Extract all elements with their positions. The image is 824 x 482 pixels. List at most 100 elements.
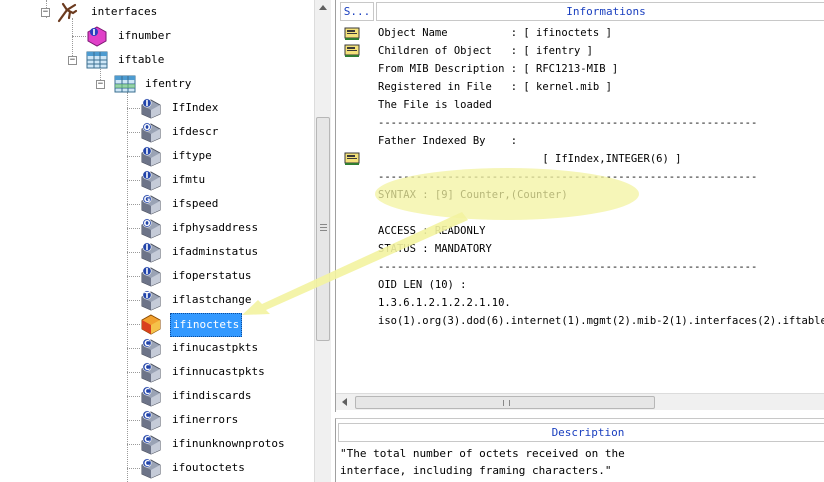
informations-column-header[interactable]: Informations — [376, 2, 824, 21]
tree-vertical-scrollbar[interactable] — [314, 0, 331, 482]
tree-connector — [127, 444, 140, 445]
mib-counter-icon: C — [141, 410, 161, 431]
tree-node-label: ifentry — [145, 77, 192, 90]
svg-text:O: O — [144, 123, 151, 132]
tree-node-label: ifdescr — [172, 125, 219, 138]
svg-text:I: I — [146, 147, 149, 156]
scroll-left-arrow-icon[interactable] — [342, 398, 347, 406]
tree-connector — [127, 276, 140, 277]
tree-scroll-thumb[interactable] — [316, 117, 330, 341]
collapse-iftable-expander[interactable]: − — [68, 56, 77, 65]
tree-node-ifindiscards[interactable]: Cifindiscards — [0, 384, 314, 408]
mib-integer-icon: I — [141, 266, 161, 287]
table-entry-icon — [114, 75, 136, 93]
info-scroll-thumb[interactable] — [355, 396, 655, 409]
info-line: 1.3.6.1.2.1.2.2.1.10. — [378, 297, 511, 309]
tree-node-label: ifphysaddress — [172, 221, 259, 234]
tree-node-ifinucastpkts[interactable]: Cifinucastpkts — [0, 336, 314, 360]
tree-node-ifindex[interactable]: I IfIndex — [0, 96, 314, 120]
tree-node-ifinnucastpkts[interactable]: Cifinnucastpkts — [0, 360, 314, 384]
svg-text:C: C — [144, 339, 150, 348]
svg-text:C: C — [144, 459, 150, 468]
note-icon — [344, 152, 360, 165]
tree-connector — [127, 420, 140, 421]
mib-integer-icon: I — [141, 242, 161, 263]
tree-connector — [127, 228, 140, 229]
tree-node-ifmtu[interactable]: Iifmtu — [0, 168, 314, 192]
svg-text:G: G — [144, 195, 151, 204]
selected-object-icon — [141, 314, 161, 335]
tree-node-ifnumber[interactable]: Iifnumber — [0, 24, 314, 48]
tree-node-iftable[interactable]: iftable — [0, 48, 314, 72]
mib-counter-icon: C — [141, 458, 161, 479]
info-line: From MIB Description : [ RFC1213-MIB ] — [378, 63, 619, 75]
tree-node-ifinunknownprotos[interactable]: Cifinunknownprotos — [0, 432, 314, 456]
tree-node-ifoutoctets[interactable]: Cifoutoctets — [0, 456, 314, 480]
tree-node-label: ifinerrors — [172, 413, 239, 426]
tree-connector — [127, 180, 140, 181]
tree-node-ifdescr[interactable]: Oifdescr — [0, 120, 314, 144]
tree-node-ifadminstatus[interactable]: Iifadminstatus — [0, 240, 314, 264]
info-line: SYNTAX : [9] Counter,(Counter) — [378, 189, 568, 201]
tree-node-ifphysaddress[interactable]: Oifphysaddress — [0, 216, 314, 240]
tree-connector — [127, 300, 140, 301]
info-line: STATUS : MANDATORY — [378, 243, 492, 255]
tree-node-label: iftype — [172, 149, 212, 162]
status-column-header[interactable]: S... — [340, 2, 374, 21]
tree-node-label: ifinucastpkts — [172, 341, 259, 354]
tree-node-label: iftable — [118, 53, 165, 66]
tree-connector — [127, 348, 140, 349]
tree-node-ifinoctets[interactable]: ifinoctets — [0, 312, 314, 337]
info-line: [ IfIndex,INTEGER(6) ] — [378, 153, 682, 165]
table-icon — [86, 51, 108, 69]
tree-node-label: iflastchange — [172, 293, 252, 306]
tree-node-iflastchange[interactable]: Tiflastchange — [0, 288, 314, 312]
tree-connector — [127, 252, 140, 253]
tree-connector — [127, 468, 140, 469]
tree-node-ifspeed[interactable]: Gifspeed — [0, 192, 314, 216]
description-header: Description — [338, 423, 824, 442]
mib-counter-icon: C — [141, 338, 161, 359]
tree-node-label: ifnumber — [118, 29, 171, 42]
info-line: The File is loaded — [378, 99, 492, 111]
note-icon — [344, 44, 360, 57]
mib-gauge-icon: G — [141, 194, 161, 215]
tree-node-label: IfIndex — [172, 101, 219, 114]
tree-node-ifoperstatus[interactable]: Iifoperstatus — [0, 264, 314, 288]
tree-node-label: interfaces — [91, 5, 158, 18]
mib-timeticks-icon: T — [141, 290, 161, 311]
info-line: ACCESS : READONLY — [378, 225, 486, 237]
svg-text:C: C — [144, 363, 150, 372]
collapse-ifentry-expander[interactable]: − — [96, 80, 105, 89]
scroll-up-arrow-icon[interactable] — [319, 5, 327, 10]
note-icon — [344, 27, 360, 40]
tree-node-ifentry[interactable]: ifentry — [0, 72, 314, 96]
tree-connector — [127, 108, 140, 109]
tree-connector — [127, 324, 140, 325]
tree-connector — [127, 372, 140, 373]
info-horizontal-scrollbar[interactable] — [336, 393, 824, 410]
mib-counter-icon: C — [141, 386, 161, 407]
mib-tree[interactable]: interfaces Iifnumber iftable ifentry I IfInde… — [0, 0, 314, 482]
tree-node-label: ifinunknownprotos — [172, 437, 285, 450]
separator-line: ----------------------------------------… — [378, 117, 758, 129]
separator-line: ----------------------------------------… — [378, 171, 758, 183]
tree-node-ifinerrors[interactable]: Cifinerrors — [0, 408, 314, 432]
tree-node-label: ifinnucastpkts — [172, 365, 265, 378]
mib-octetstring-icon: O — [141, 122, 161, 143]
tree-connector — [127, 156, 140, 157]
description-panel: Description "The total number of octets … — [335, 418, 824, 482]
tree-node-label: ifinoctets — [170, 313, 243, 337]
info-line: OID LEN (10) : — [378, 279, 467, 291]
info-line: Children of Object : [ ifentry ] — [378, 45, 593, 57]
tree-node-label: ifmtu — [172, 173, 206, 186]
description-line: "The total number of octets received on … — [340, 447, 625, 460]
information-panel: S... Informations Object Name : [ ifinoc… — [335, 0, 824, 412]
tree-node-iftype[interactable]: Iiftype — [0, 144, 314, 168]
collapse-interfaces-expander[interactable]: − — [41, 8, 50, 17]
separator-line: ----------------------------------------… — [378, 261, 758, 273]
tree-node-label: ifoperstatus — [172, 269, 252, 282]
svg-text:C: C — [144, 411, 150, 420]
mib-scalar-icon: I — [87, 26, 107, 47]
tree-connector — [127, 396, 140, 397]
